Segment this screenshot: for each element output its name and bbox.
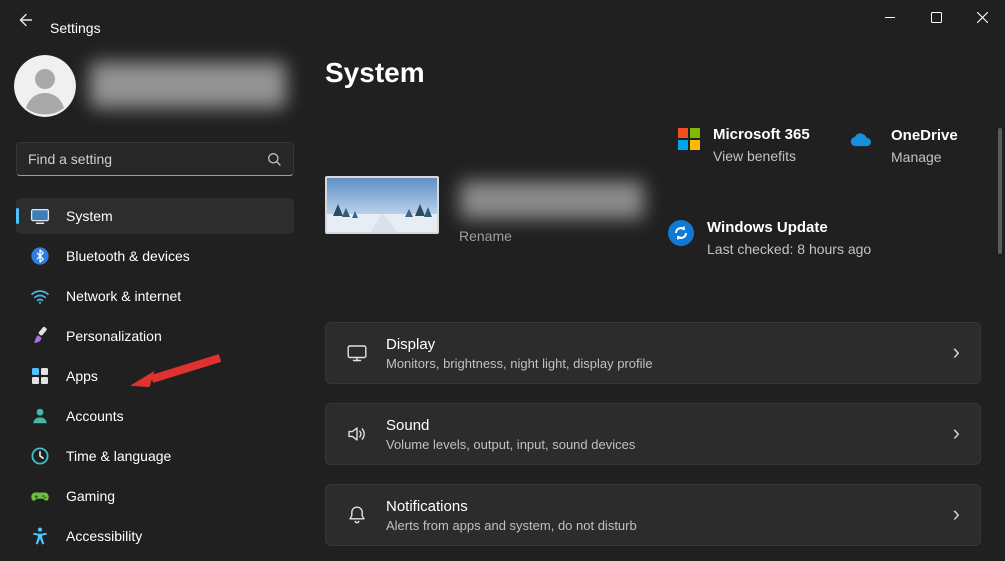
sidebar-item-label: System (66, 208, 113, 224)
sidebar-item-label: Bluetooth & devices (66, 248, 190, 264)
close-icon (976, 11, 988, 23)
manage-link[interactable]: Manage (891, 146, 958, 168)
windows-update-icon (668, 220, 694, 251)
card-title: Display (386, 335, 436, 353)
windows-update-title: Windows Update (707, 219, 828, 236)
sidebar-item-label: Accounts (66, 408, 124, 424)
page-title: System (325, 57, 425, 88)
sidebar-item-label: Personalization (66, 328, 162, 344)
card-subtitle: Volume levels, output, input, sound devi… (386, 436, 636, 452)
accessibility-person-icon (30, 526, 50, 546)
sidebar-item-system[interactable]: System (16, 198, 294, 234)
sidebar-item-personalization[interactable]: Personalization (16, 318, 294, 354)
maximize-button[interactable] (913, 0, 959, 34)
sidebar-item-label: Accessibility (66, 528, 143, 544)
settings-card-list: Display Monitors, brightness, night ligh… (325, 322, 981, 561)
device-wallpaper-thumbnail (325, 176, 439, 234)
minimize-button[interactable] (867, 0, 913, 34)
notifications-card[interactable]: Notifications Alerts from apps and syste… (325, 484, 981, 546)
chevron-right-icon: › (952, 419, 960, 445)
card-title: Sound (386, 416, 430, 434)
system-icon (30, 206, 50, 226)
window-controls (867, 0, 1005, 34)
sidebar-item-network-internet[interactable]: Network & internet (16, 278, 294, 314)
bluetooth-icon (30, 246, 50, 266)
user-avatar[interactable] (14, 55, 76, 117)
rename-link[interactable]: Rename (459, 228, 512, 244)
card-subtitle: Alerts from apps and system, do not dist… (386, 517, 637, 533)
window-title: Settings (50, 20, 101, 36)
onedrive-title: OneDrive (891, 127, 958, 144)
microsoft-logo-icon (678, 128, 700, 150)
sidebar-item-gaming[interactable]: Gaming (16, 478, 294, 514)
search-box (16, 142, 294, 176)
sidebar-item-label: Gaming (66, 488, 116, 504)
vertical-scrollbar-thumb[interactable] (998, 128, 1002, 254)
sidebar-item-time-language[interactable]: Time & language (16, 438, 294, 474)
microsoft365-title: Microsoft 365 (713, 126, 810, 143)
sidebar-item-accounts[interactable]: Accounts (16, 398, 294, 434)
search-input[interactable] (17, 151, 267, 167)
speaker-icon (346, 423, 368, 445)
display-card[interactable]: Display Monitors, brightness, night ligh… (325, 322, 981, 384)
sound-card[interactable]: Sound Volume levels, output, input, soun… (325, 403, 981, 465)
account-person-icon (30, 406, 50, 426)
sidebar-item-apps[interactable]: Apps (16, 358, 294, 394)
sidebar-item-label: Time & language (66, 448, 172, 464)
sidebar-item-label: Apps (66, 368, 98, 384)
display-icon (346, 342, 368, 364)
search-icon[interactable] (267, 152, 293, 167)
windows-update-last-checked: Last checked: 8 hours ago (707, 241, 872, 257)
wifi-icon (30, 286, 50, 306)
brush-icon (30, 326, 50, 346)
chevron-right-icon: › (952, 500, 960, 526)
windows-update-status: Windows Update Last checked: 8 hours ago (668, 218, 871, 260)
maximize-icon (930, 11, 942, 23)
device-name-redacted (460, 181, 644, 219)
card-subtitle: Monitors, brightness, night light, displ… (386, 355, 653, 371)
sidebar-item-bluetooth-devices[interactable]: Bluetooth & devices (16, 238, 294, 274)
card-title: Notifications (386, 497, 468, 515)
game-controller-icon (30, 486, 50, 506)
apps-grid-icon (30, 366, 50, 386)
close-button[interactable] (959, 0, 1005, 34)
settings-window: Settings System Bluetooth & devices Netw… (0, 0, 1005, 561)
chevron-right-icon: › (952, 338, 960, 364)
sidebar-item-label: Network & internet (66, 288, 182, 304)
back-arrow-icon (18, 12, 34, 33)
person-icon (14, 55, 76, 117)
microsoft365-promo: Microsoft 365 View benefits (678, 125, 810, 167)
bell-icon (346, 504, 368, 526)
clock-icon (30, 446, 50, 466)
user-name-redacted (90, 62, 286, 108)
sidebar-item-accessibility[interactable]: Accessibility (16, 518, 294, 554)
minimize-icon (885, 16, 895, 18)
sidebar-nav: System Bluetooth & devices Network & int… (16, 198, 294, 558)
onedrive-cloud-icon (848, 130, 878, 154)
onedrive-promo: OneDrive Manage (848, 126, 958, 168)
view-benefits-link[interactable]: View benefits (713, 145, 810, 167)
back-button[interactable] (10, 7, 42, 37)
